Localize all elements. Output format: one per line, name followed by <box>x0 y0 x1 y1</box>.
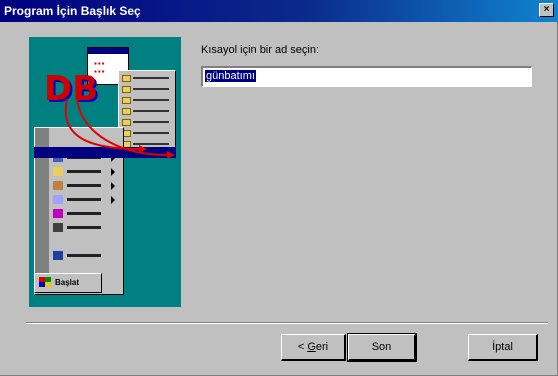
wizard-illustration: ▪▪▪ ▪▪▪ DB Başlat <box>29 37 181 307</box>
illustration-arrows <box>64 98 175 159</box>
title-bar[interactable]: Program İçin Başlık Seç × <box>0 0 558 22</box>
back-button-accelerator: G <box>307 341 316 353</box>
close-button[interactable]: × <box>539 3 554 17</box>
back-button-prefix: < <box>297 341 308 353</box>
finish-button-label: Son <box>371 341 392 353</box>
back-button[interactable]: < Geri <box>281 334 346 361</box>
windows-flag-icon <box>39 277 51 287</box>
button-separator <box>26 322 548 324</box>
finish-button[interactable]: Son <box>347 333 417 362</box>
shortcut-name-value: günbatımı <box>205 70 256 82</box>
window-title: Program İçin Başlık Seç <box>4 4 141 18</box>
back-button-label: eri <box>315 341 329 353</box>
illustration-start-label: Başlat <box>55 278 80 287</box>
shortcut-name-input[interactable]: günbatımı <box>201 66 532 87</box>
close-icon: × <box>543 4 550 15</box>
cancel-button-label: İptal <box>492 341 513 353</box>
illustration-start-button: Başlat <box>34 273 102 293</box>
dialog-window: Program İçin Başlık Seç × ▪▪▪ ▪▪▪ DB Baş… <box>0 0 558 376</box>
name-prompt-label: Kısayol için bir ad seçin: <box>201 44 319 56</box>
cancel-button[interactable]: İptal <box>468 334 538 361</box>
